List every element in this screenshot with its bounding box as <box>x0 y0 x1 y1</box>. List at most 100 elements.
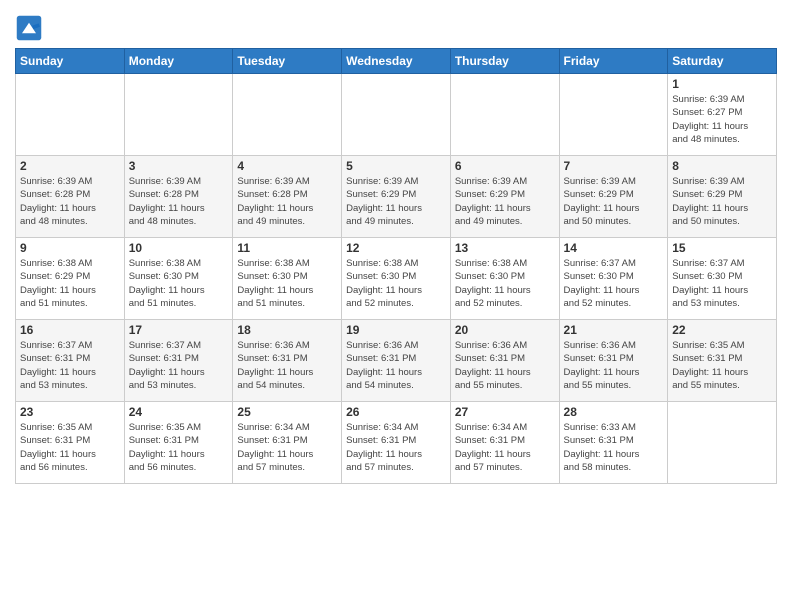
day-info: Sunrise: 6:39 AM Sunset: 6:28 PM Dayligh… <box>237 175 337 228</box>
day-cell: 24 Sunrise: 6:35 AM Sunset: 6:31 PM Dayli… <box>124 402 233 484</box>
day-cell: 25 Sunrise: 6:34 AM Sunset: 6:31 PM Dayli… <box>233 402 342 484</box>
day-cell: 11Sunrise: 6:38 AM Sunset: 6:30 PM Dayli… <box>233 238 342 320</box>
day-info: Sunrise: 6:38 AM Sunset: 6:30 PM Dayligh… <box>455 257 555 310</box>
day-cell: 18 Sunrise: 6:36 AM Sunset: 6:31 PM Dayli… <box>233 320 342 402</box>
day-info: Sunrise: 6:38 AM Sunset: 6:30 PM Dayligh… <box>346 257 446 310</box>
day-cell: 16 Sunrise: 6:37 AM Sunset: 6:31 PM Dayli… <box>16 320 125 402</box>
day-number: 26 <box>346 405 446 419</box>
day-cell: 15 Sunrise: 6:37 AM Sunset: 6:30 PM Dayli… <box>668 238 777 320</box>
day-info: Sunrise: 6:33 AM Sunset: 6:31 PM Dayligh… <box>564 421 664 474</box>
day-info: Sunrise: 6:34 AM Sunset: 6:31 PM Dayligh… <box>455 421 555 474</box>
weekday-thursday: Thursday <box>450 49 559 74</box>
day-cell: 23 Sunrise: 6:35 AM Sunset: 6:31 PM Dayli… <box>16 402 125 484</box>
day-cell: 28 Sunrise: 6:33 AM Sunset: 6:31 PM Dayli… <box>559 402 668 484</box>
day-cell: 22 Sunrise: 6:35 AM Sunset: 6:31 PM Dayli… <box>668 320 777 402</box>
day-cell: 9 Sunrise: 6:38 AM Sunset: 6:29 PM Daylig… <box>16 238 125 320</box>
day-cell <box>559 74 668 156</box>
day-cell: 26 Sunrise: 6:34 AM Sunset: 6:31 PM Dayli… <box>342 402 451 484</box>
day-cell: 20 Sunrise: 6:36 AM Sunset: 6:31 PM Dayli… <box>450 320 559 402</box>
day-info: Sunrise: 6:36 AM Sunset: 6:31 PM Dayligh… <box>564 339 664 392</box>
day-info: Sunrise: 6:37 AM Sunset: 6:30 PM Dayligh… <box>564 257 664 310</box>
day-number: 23 <box>20 405 120 419</box>
logo <box>15 14 47 42</box>
day-number: 11 <box>237 241 337 255</box>
day-info: Sunrise: 6:38 AM Sunset: 6:29 PM Dayligh… <box>20 257 120 310</box>
weekday-friday: Friday <box>559 49 668 74</box>
day-number: 20 <box>455 323 555 337</box>
day-info: Sunrise: 6:39 AM Sunset: 6:28 PM Dayligh… <box>20 175 120 228</box>
day-number: 6 <box>455 159 555 173</box>
day-cell: 27 Sunrise: 6:34 AM Sunset: 6:31 PM Dayli… <box>450 402 559 484</box>
day-number: 10 <box>129 241 229 255</box>
day-info: Sunrise: 6:39 AM Sunset: 6:29 PM Dayligh… <box>346 175 446 228</box>
day-info: Sunrise: 6:38 AM Sunset: 6:30 PM Dayligh… <box>129 257 229 310</box>
day-cell <box>668 402 777 484</box>
weekday-sunday: Sunday <box>16 49 125 74</box>
day-info: Sunrise: 6:36 AM Sunset: 6:31 PM Dayligh… <box>346 339 446 392</box>
day-number: 22 <box>672 323 772 337</box>
day-cell <box>16 74 125 156</box>
day-info: Sunrise: 6:39 AM Sunset: 6:27 PM Dayligh… <box>672 93 772 146</box>
day-cell: 14 Sunrise: 6:37 AM Sunset: 6:30 PM Dayli… <box>559 238 668 320</box>
week-row-4: 16 Sunrise: 6:37 AM Sunset: 6:31 PM Dayli… <box>16 320 777 402</box>
week-row-2: 2 Sunrise: 6:39 AM Sunset: 6:28 PM Daylig… <box>16 156 777 238</box>
day-info: Sunrise: 6:35 AM Sunset: 6:31 PM Dayligh… <box>672 339 772 392</box>
day-cell: 19 Sunrise: 6:36 AM Sunset: 6:31 PM Dayli… <box>342 320 451 402</box>
day-info: Sunrise: 6:34 AM Sunset: 6:31 PM Dayligh… <box>237 421 337 474</box>
day-number: 14 <box>564 241 664 255</box>
day-number: 5 <box>346 159 446 173</box>
day-number: 3 <box>129 159 229 173</box>
page: SundayMondayTuesdayWednesdayThursdayFrid… <box>0 0 792 612</box>
day-cell: 6 Sunrise: 6:39 AM Sunset: 6:29 PM Daylig… <box>450 156 559 238</box>
day-number: 4 <box>237 159 337 173</box>
day-info: Sunrise: 6:37 AM Sunset: 6:31 PM Dayligh… <box>20 339 120 392</box>
day-cell: 1 Sunrise: 6:39 AM Sunset: 6:27 PM Daylig… <box>668 74 777 156</box>
day-info: Sunrise: 6:39 AM Sunset: 6:29 PM Dayligh… <box>672 175 772 228</box>
day-cell: 8 Sunrise: 6:39 AM Sunset: 6:29 PM Daylig… <box>668 156 777 238</box>
day-info: Sunrise: 6:35 AM Sunset: 6:31 PM Dayligh… <box>129 421 229 474</box>
day-info: Sunrise: 6:35 AM Sunset: 6:31 PM Dayligh… <box>20 421 120 474</box>
day-cell: 10 Sunrise: 6:38 AM Sunset: 6:30 PM Dayli… <box>124 238 233 320</box>
weekday-header-row: SundayMondayTuesdayWednesdayThursdayFrid… <box>16 49 777 74</box>
day-number: 19 <box>346 323 446 337</box>
day-number: 18 <box>237 323 337 337</box>
week-row-3: 9 Sunrise: 6:38 AM Sunset: 6:29 PM Daylig… <box>16 238 777 320</box>
day-cell: 2 Sunrise: 6:39 AM Sunset: 6:28 PM Daylig… <box>16 156 125 238</box>
day-info: Sunrise: 6:39 AM Sunset: 6:28 PM Dayligh… <box>129 175 229 228</box>
day-cell <box>124 74 233 156</box>
day-info: Sunrise: 6:34 AM Sunset: 6:31 PM Dayligh… <box>346 421 446 474</box>
day-number: 28 <box>564 405 664 419</box>
day-number: 7 <box>564 159 664 173</box>
calendar: SundayMondayTuesdayWednesdayThursdayFrid… <box>15 48 777 484</box>
day-info: Sunrise: 6:39 AM Sunset: 6:29 PM Dayligh… <box>455 175 555 228</box>
weekday-monday: Monday <box>124 49 233 74</box>
day-number: 1 <box>672 77 772 91</box>
day-info: Sunrise: 6:36 AM Sunset: 6:31 PM Dayligh… <box>237 339 337 392</box>
day-cell <box>342 74 451 156</box>
day-info: Sunrise: 6:36 AM Sunset: 6:31 PM Dayligh… <box>455 339 555 392</box>
day-number: 2 <box>20 159 120 173</box>
day-number: 8 <box>672 159 772 173</box>
header <box>15 10 777 42</box>
day-number: 17 <box>129 323 229 337</box>
day-cell: 21 Sunrise: 6:36 AM Sunset: 6:31 PM Dayli… <box>559 320 668 402</box>
day-number: 21 <box>564 323 664 337</box>
day-number: 15 <box>672 241 772 255</box>
day-number: 24 <box>129 405 229 419</box>
day-cell: 4 Sunrise: 6:39 AM Sunset: 6:28 PM Daylig… <box>233 156 342 238</box>
day-info: Sunrise: 6:37 AM Sunset: 6:31 PM Dayligh… <box>129 339 229 392</box>
day-number: 25 <box>237 405 337 419</box>
day-cell: 17 Sunrise: 6:37 AM Sunset: 6:31 PM Dayli… <box>124 320 233 402</box>
day-info: Sunrise: 6:37 AM Sunset: 6:30 PM Dayligh… <box>672 257 772 310</box>
day-number: 27 <box>455 405 555 419</box>
day-number: 13 <box>455 241 555 255</box>
week-row-1: 1 Sunrise: 6:39 AM Sunset: 6:27 PM Daylig… <box>16 74 777 156</box>
day-cell: 3 Sunrise: 6:39 AM Sunset: 6:28 PM Daylig… <box>124 156 233 238</box>
day-number: 9 <box>20 241 120 255</box>
day-cell <box>450 74 559 156</box>
day-number: 16 <box>20 323 120 337</box>
day-cell: 7 Sunrise: 6:39 AM Sunset: 6:29 PM Daylig… <box>559 156 668 238</box>
day-info: Sunrise: 6:39 AM Sunset: 6:29 PM Dayligh… <box>564 175 664 228</box>
day-cell <box>233 74 342 156</box>
logo-icon <box>15 14 43 42</box>
